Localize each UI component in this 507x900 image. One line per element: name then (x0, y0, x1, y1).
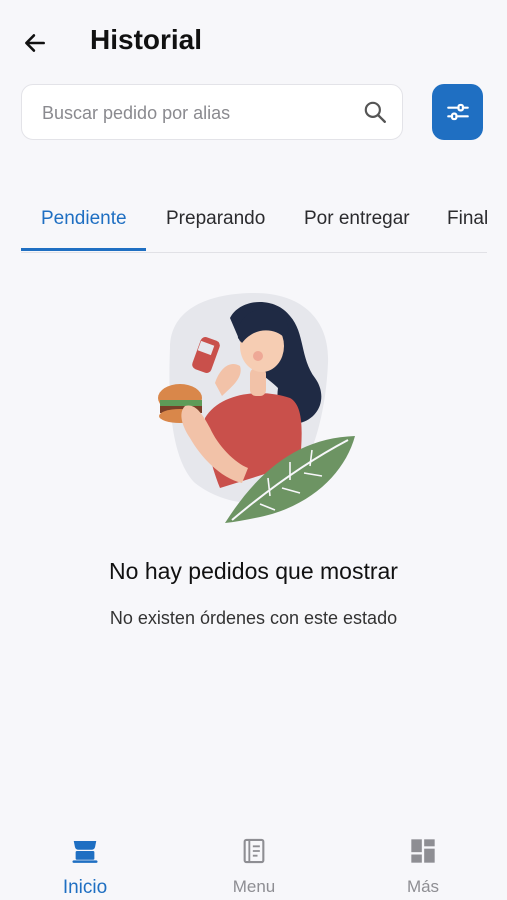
tab-por-entregar[interactable]: Por entregar (304, 208, 410, 230)
search-box (21, 84, 403, 141)
nav-label-inicio: Inicio (62, 877, 108, 898)
filter-button[interactable] (432, 84, 483, 140)
nav-item-mas[interactable]: Más (363, 836, 483, 897)
active-tab-indicator (21, 248, 146, 251)
tab-preparando[interactable]: Preparando (166, 208, 265, 230)
empty-state-title: No hay pedidos que mostrar (109, 558, 398, 584)
bottom-navigation: Inicio Menu Más (0, 820, 507, 900)
back-button[interactable] (18, 26, 52, 60)
nav-item-menu[interactable]: Menu (194, 836, 314, 897)
search-icon[interactable] (362, 99, 388, 125)
tab-pendiente[interactable]: Pendiente (41, 208, 127, 230)
nav-label-mas: Más (406, 877, 440, 896)
store-icon (72, 841, 98, 863)
grid-icon (411, 839, 435, 863)
empty-state-subtitle: No existen órdenes con este estado (109, 608, 398, 628)
tab-finalizado[interactable]: Finali (447, 208, 487, 230)
arrow-left-icon (25, 34, 45, 52)
status-tabs: Pendiente Preparando Por entregar Finali (21, 190, 487, 253)
app-header: Historial (0, 0, 507, 84)
nav-item-inicio[interactable]: Inicio (25, 836, 145, 899)
nav-label-menu: Menu (232, 877, 276, 896)
book-icon (243, 838, 265, 864)
empty-state-illustration (158, 293, 355, 523)
sliders-icon (446, 103, 469, 121)
search-input[interactable] (40, 85, 364, 141)
page-title: Historial (90, 24, 203, 55)
